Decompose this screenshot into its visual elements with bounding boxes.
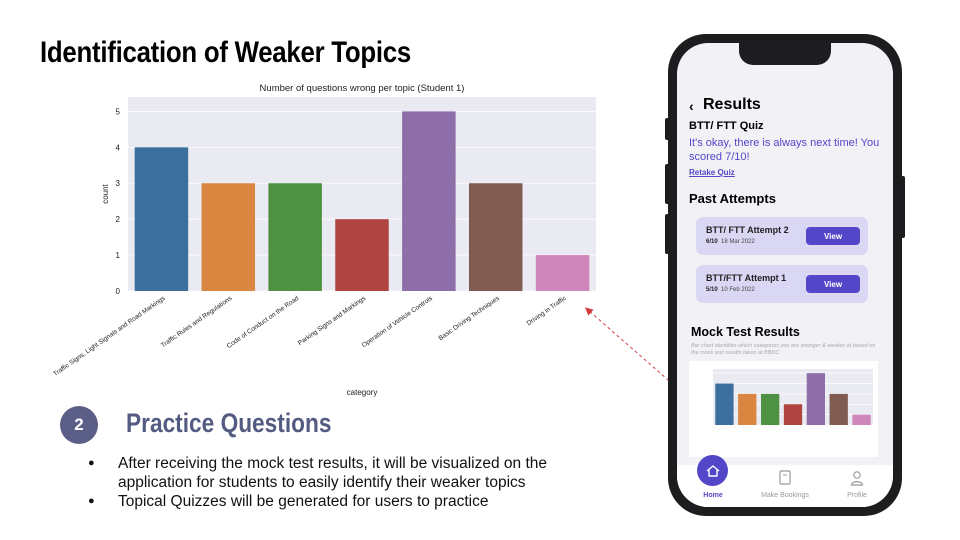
attempt-name: BTT/ FTT Attempt 2 (706, 225, 789, 235)
retake-quiz-link[interactable]: Retake Quiz (689, 168, 735, 177)
phone-side-button (901, 176, 905, 238)
nav-label: Make Bookings (761, 492, 809, 499)
attempt-date: 10 Feb 2022 (721, 287, 755, 293)
bar (402, 111, 456, 292)
bullet-list: After receiving the mock test results, i… (88, 454, 588, 511)
y-tick-label: 3 (116, 179, 121, 188)
quiz-name: BTT/ FTT Quiz (689, 120, 764, 132)
home-icon[interactable] (697, 455, 728, 486)
nav-profile[interactable]: Profile (821, 465, 893, 507)
section-number-badge: 2 (60, 406, 98, 444)
y-tick-label: 4 (116, 143, 121, 152)
nav-make-bookings[interactable]: Make Bookings (749, 465, 821, 507)
nav-home[interactable]: Home (677, 455, 749, 507)
attempt-date: 18 Mar 2022 (721, 239, 755, 245)
chevron-left-icon[interactable]: ‹ (689, 98, 694, 114)
x-tick-label: Traffic Signs, Light Signals and Road Ma… (52, 294, 167, 377)
x-tick-label: Code of Conduct on the Road (226, 295, 301, 350)
x-axis-label: category (347, 388, 378, 397)
phone-side-button (665, 118, 669, 140)
attempt-card: BTT/FTT Attempt 1 5/10 10 Feb 2022 View (696, 265, 868, 303)
bar (535, 255, 590, 291)
phone-mockup: ‹ Results BTT/ FTT Quiz It's okay, there… (665, 34, 905, 516)
bar (715, 383, 734, 425)
bar (829, 393, 848, 425)
phone-notch (739, 43, 831, 65)
attempt-meta: 5/10 10 Feb 2022 (706, 287, 755, 293)
bar (134, 147, 189, 291)
phone-screen: ‹ Results BTT/ FTT Quiz It's okay, there… (677, 43, 893, 507)
x-tick-label: Basic Driving Techniques (437, 294, 501, 342)
user-icon[interactable] (849, 469, 865, 487)
attempt-meta: 6/10 18 Mar 2022 (706, 239, 755, 245)
x-tick-label: Operation of Vehicle Controls (361, 294, 435, 349)
chart-title: Number of questions wrong per topic (Stu… (260, 83, 465, 94)
mock-results-heading: Mock Test Results (691, 325, 800, 339)
view-attempt-button[interactable]: View (806, 275, 860, 293)
bar (738, 393, 757, 425)
mini-chart-card (689, 361, 878, 457)
document-icon[interactable] (777, 469, 793, 487)
screen-title: Results (703, 96, 761, 113)
view-attempt-button[interactable]: View (806, 227, 860, 245)
bar (761, 393, 780, 425)
attempt-score: 6/10 (706, 239, 718, 245)
bullet-item: After receiving the mock test results, i… (88, 454, 588, 492)
weak-topics-bar-chart: 0 1 2 3 4 5 Traffic Signs, Light Signals and R… (52, 83, 596, 397)
x-tick-label: Parking Signs and Markings (297, 294, 368, 347)
bar (852, 414, 871, 425)
bottom-nav: Home Make Bookings Profile (677, 455, 893, 507)
y-tick-label: 2 (116, 215, 121, 224)
nav-label: Home (703, 492, 723, 499)
bar (201, 183, 256, 291)
bar (806, 373, 825, 425)
y-tick-label: 5 (116, 107, 121, 116)
y-tick-label: 1 (116, 251, 121, 260)
y-tick-label: 0 (116, 287, 121, 296)
past-attempts-heading: Past Attempts (689, 191, 776, 206)
bar (335, 219, 389, 291)
bullet-item: Topical Quizzes will be generated for us… (88, 492, 588, 511)
x-tick-label: Driving in Traffic (526, 294, 569, 327)
attempt-name: BTT/FTT Attempt 1 (706, 273, 787, 283)
quiz-score-message: It's okay, there is always next time! Yo… (689, 137, 880, 163)
attempt-score: 5/10 (706, 287, 718, 293)
attempt-card: BTT/ FTT Attempt 2 6/10 18 Mar 2022 View (696, 217, 868, 255)
bar (268, 183, 322, 291)
bar (783, 404, 803, 425)
mock-results-description: Bar chart identifies which categories yo… (691, 343, 876, 356)
bar (468, 183, 523, 291)
phone-side-button (665, 164, 669, 204)
section-title: Practice Questions (126, 408, 332, 438)
mini-bar-chart (713, 369, 873, 426)
nav-label: Profile (847, 492, 867, 499)
slide-title: Identification of Weaker Topics (40, 36, 411, 69)
x-tick-label: Traffic Rules and Regulations (160, 294, 234, 349)
phone-side-button (665, 214, 669, 254)
y-axis-label: count (101, 183, 110, 203)
